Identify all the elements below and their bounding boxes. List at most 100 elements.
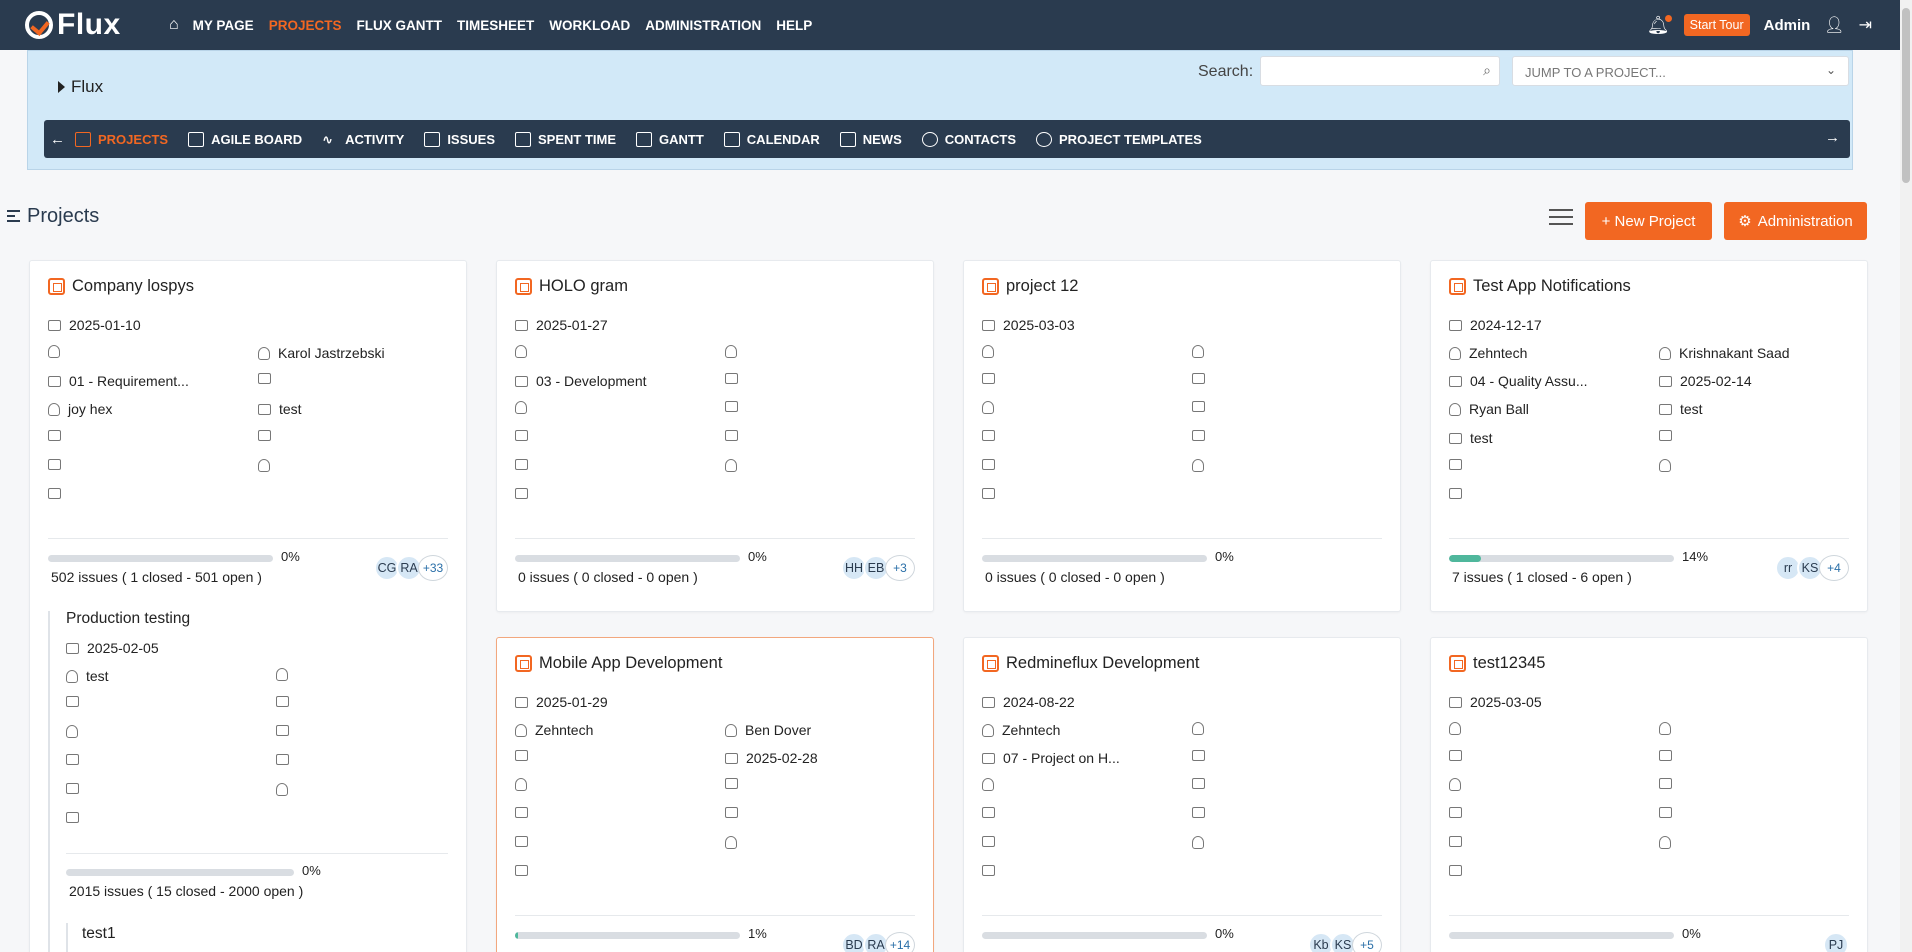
issues-summary[interactable]: 502 issues ( 1 closed - 501 open ): [51, 569, 262, 585]
menu-projects[interactable]: PROJECTS: [269, 18, 342, 33]
project-card-title[interactable]: Mobile App Development: [515, 654, 722, 673]
tab-project-templates[interactable]: PROJECT TEMPLATES: [1036, 131, 1202, 147]
page-scrollbar[interactable]: [1900, 0, 1912, 952]
project-card[interactable]: Company lospys 2025-01-10 Karol Jastrzebsk…: [29, 260, 467, 952]
card-field: [515, 778, 535, 791]
project-card-title[interactable]: HOLO gram: [515, 277, 628, 296]
tab-gantt[interactable]: GANTT: [636, 131, 704, 147]
project-card-title[interactable]: Test App Notifications: [1449, 277, 1631, 296]
card-field: [1192, 807, 1213, 818]
avatar[interactable]: PJ: [1823, 932, 1849, 952]
project-card-title[interactable]: Company lospys: [48, 277, 194, 296]
gear-icon: [921, 131, 938, 147]
project-name[interactable]: Redmineflux Development: [1006, 654, 1200, 673]
project-name[interactable]: Mobile App Development: [539, 654, 722, 673]
tab-news[interactable]: NEWS: [839, 131, 902, 147]
subproject-title[interactable]: Production testing: [66, 610, 190, 628]
child-project-title[interactable]: test1: [82, 925, 116, 943]
breadcrumb-root[interactable]: Flux: [71, 77, 103, 97]
project-card-title[interactable]: test12345: [1449, 654, 1545, 673]
issues-summary[interactable]: 0 issues ( 0 closed - 0 open ): [985, 569, 1165, 585]
more-members-badge[interactable]: +14: [885, 932, 915, 952]
more-members-badge[interactable]: +33: [418, 555, 448, 581]
user-icon[interactable]: 👤︎: [1824, 15, 1844, 35]
project-card[interactable]: HOLO gram 2025-01-27 03 - Development 0% 0 i…: [496, 260, 934, 612]
tab-spent-time[interactable]: SPENT TIME: [515, 131, 616, 147]
start-tour-button[interactable]: Start Tour: [1683, 14, 1750, 36]
project-card[interactable]: Test App Notifications 2024-12-17 Zehntech…: [1430, 260, 1868, 612]
project-name[interactable]: Company lospys: [72, 277, 194, 296]
project-name[interactable]: Test App Notifications: [1473, 277, 1631, 296]
menu-timesheet[interactable]: TIMESHEET: [457, 18, 534, 33]
project-card-title[interactable]: Redmineflux Development: [982, 654, 1200, 673]
tab-agile-board[interactable]: AGILE BOARD: [188, 131, 302, 147]
custom-field-icon: [725, 430, 738, 441]
menu-flux-gantt[interactable]: FLUX GANTT: [356, 18, 442, 33]
project-card-title[interactable]: project 12: [982, 277, 1078, 296]
card-field: 2025-01-10: [48, 317, 141, 333]
tab-activity[interactable]: ∿ ACTIVITY: [322, 132, 404, 147]
card-field: 2025-01-29: [515, 694, 608, 710]
menu-my-page[interactable]: MY PAGE: [193, 18, 254, 33]
card-field: 2025-03-05: [1449, 694, 1542, 710]
expand-triangle-icon: [58, 81, 65, 93]
card-field: [1192, 459, 1212, 472]
more-members-badge[interactable]: +4: [1819, 555, 1849, 581]
search-input[interactable]: ⌕: [1260, 56, 1500, 86]
tab-calendar[interactable]: CALENDAR: [723, 131, 820, 147]
project-card[interactable]: Redmineflux Development 2024-08-22 Zehntec…: [963, 637, 1401, 952]
card-field: [276, 783, 296, 796]
filter-settings-icon[interactable]: [1549, 209, 1573, 231]
due-date-icon: [1192, 373, 1205, 384]
project-name[interactable]: HOLO gram: [539, 277, 628, 296]
member-avatars: Kb KS +5: [1308, 932, 1382, 952]
tab-contacts[interactable]: CONTACTS: [921, 131, 1016, 147]
tab-projects[interactable]: PROJECTS: [75, 131, 168, 147]
expand-right-arrow-icon[interactable]: →: [1825, 129, 1840, 146]
more-members-badge[interactable]: +3: [885, 555, 915, 581]
gear-icon: ⚙︎: [1738, 213, 1752, 230]
card-field: [725, 345, 745, 358]
scrollbar-thumb[interactable]: [1902, 8, 1910, 183]
card-field: [982, 345, 1002, 358]
tab-label: NEWS: [862, 131, 902, 147]
project-card[interactable]: project 12 2025-03-03 0% 0 issues ( 0 close…: [963, 260, 1401, 612]
home-icon[interactable]: ⌂: [169, 16, 179, 34]
custom-field-icon: [515, 865, 528, 876]
menu-help[interactable]: HELP: [776, 18, 812, 33]
collapse-left-arrow-icon[interactable]: ←: [50, 131, 65, 148]
project-card[interactable]: Mobile App Development 2025-01-29 Zehntech…: [496, 637, 934, 952]
progress-percent: 0%: [1215, 549, 1234, 564]
manager-icon: [1192, 345, 1204, 358]
flux-logo[interactable]: Flux: [25, 8, 145, 42]
start-date-icon: [515, 319, 528, 331]
platform-icon: [66, 754, 79, 765]
administration-button[interactable]: ⚙︎ Administration: [1724, 202, 1867, 240]
tab-issues[interactable]: ISSUES: [424, 131, 495, 147]
member-avatars: HH EB +3: [841, 555, 915, 581]
search-icon[interactable]: ⌕: [1483, 62, 1491, 79]
field-value: Ryan Ball: [1469, 401, 1529, 417]
jump-to-project-select[interactable]: JUMP TO A PROJECT... ⌄: [1512, 56, 1849, 86]
logout-icon[interactable]: ⇥: [1859, 15, 1872, 35]
card-field: test: [258, 401, 302, 417]
project-name[interactable]: project 12: [1006, 277, 1078, 296]
user-name[interactable]: Admin: [1764, 17, 1811, 34]
issues-summary[interactable]: 7 issues ( 1 closed - 6 open ): [1452, 569, 1632, 585]
member-avatars: rr KS +4: [1775, 555, 1849, 581]
project-card[interactable]: test12345 2025-03-05 0% PJ: [1430, 637, 1868, 952]
card-divider: [515, 538, 915, 539]
sidebar-toggle-icon[interactable]: [7, 210, 20, 225]
menu-workload[interactable]: WORKLOAD: [549, 18, 630, 33]
gear-icon: [1036, 131, 1053, 147]
custom-field-icon: [1449, 836, 1462, 847]
menu-administration[interactable]: ADMINISTRATION: [645, 18, 761, 33]
new-project-button[interactable]: + New Project: [1585, 202, 1712, 240]
project-name[interactable]: test12345: [1473, 654, 1545, 673]
issues-summary[interactable]: 0 issues ( 0 closed - 0 open ): [518, 569, 698, 585]
top-navigation-bar: Flux ⌂ MY PAGE PROJECTS FLUX GANTT TIMES…: [0, 0, 1912, 50]
breadcrumb[interactable]: Flux: [58, 77, 103, 97]
issues-summary[interactable]: 2015 issues ( 15 closed - 2000 open ): [69, 883, 303, 899]
notification-bell-icon[interactable]: 🔔︎: [1647, 14, 1672, 36]
more-members-badge[interactable]: +5: [1352, 932, 1382, 952]
